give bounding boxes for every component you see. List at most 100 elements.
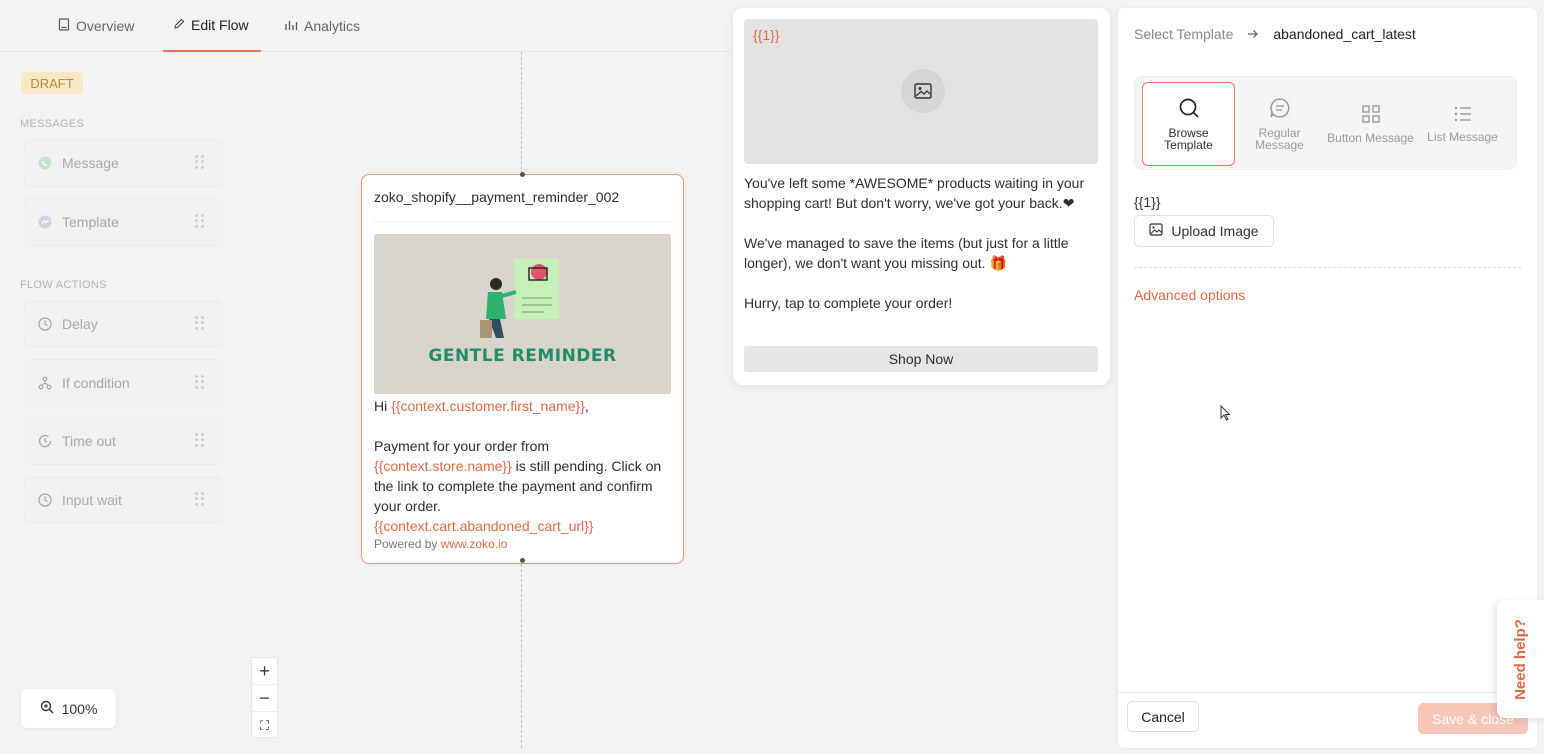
type-label: Browse Template [1164, 126, 1213, 152]
drag-handle-icon[interactable] [195, 492, 205, 506]
zoom-out-button[interactable]: − [252, 685, 277, 712]
palette-item-if-condition[interactable]: If condition [25, 360, 222, 406]
tab-edit-flow[interactable]: Edit Flow [163, 0, 261, 52]
node-footer: Powered by www.zoko.io [374, 537, 507, 551]
cancel-button[interactable]: Cancel [1127, 701, 1199, 732]
image-caption: GENTLE REMINDER [428, 346, 617, 366]
tab-label: Edit Flow [191, 17, 249, 33]
zoom-level-indicator[interactable]: 100% [21, 689, 116, 728]
panel-footer-divider [1118, 692, 1537, 693]
node-message-body: Hi {{context.customer.first_name}}, Paym… [374, 396, 674, 536]
variable-token: {{context.customer.first_name}} [391, 398, 585, 414]
flow-node-template[interactable]: zoko_shopify__payment_reminder_002 GENTL… [361, 172, 684, 564]
body-text: Payment for your order from [374, 438, 550, 454]
type-browse-template[interactable]: Browse Template [1142, 82, 1235, 166]
type-label: Button Message [1327, 131, 1414, 145]
type-button-message[interactable]: Button Message [1324, 82, 1417, 166]
media-variable: {{1}} [753, 27, 780, 43]
preview-message-body: You've left some *AWESOME* products wait… [744, 173, 1100, 333]
advanced-options-link[interactable]: Advanced options [1134, 287, 1245, 303]
chat-icon [1269, 97, 1291, 121]
variable-label: {{1}} [1134, 194, 1161, 210]
upload-image-button[interactable]: Upload Image [1134, 215, 1274, 247]
message-type-selector: Browse Template Regular Message Button M… [1134, 76, 1517, 170]
drag-handle-icon[interactable] [195, 433, 205, 447]
node-title: zoko_shopify__payment_reminder_002 [374, 189, 620, 205]
image-icon [901, 69, 945, 113]
shop-now-button[interactable]: Shop Now [744, 346, 1098, 372]
zoom-icon [40, 700, 54, 717]
clock-icon [37, 316, 53, 332]
document-icon [58, 18, 70, 34]
palette-item-label: Time out [62, 433, 116, 449]
footer-link[interactable]: www.zoko.io [441, 537, 508, 551]
palette-item-template[interactable]: Template [25, 199, 222, 245]
node-header-image: GENTLE REMINDER [374, 234, 671, 394]
greeting-end: , [584, 398, 589, 414]
node-output-handle[interactable] [520, 558, 525, 563]
search-icon [1178, 97, 1200, 121]
messages-section-label: MESSAGES [20, 118, 85, 130]
drag-handle-icon[interactable] [195, 155, 205, 169]
tab-label: Analytics [304, 18, 361, 34]
type-regular-message[interactable]: Regular Message [1233, 82, 1326, 166]
preview-media-placeholder: {{1}} [744, 19, 1098, 164]
type-list-message[interactable]: List Message [1416, 82, 1509, 166]
zoom-in-button[interactable]: + [252, 658, 277, 685]
zoom-level: 100% [61, 700, 98, 717]
variable-token: {{context.cart.abandoned_cart_url}} [374, 518, 594, 534]
need-help-tab[interactable]: Need help? [1497, 600, 1544, 718]
palette-item-delay[interactable]: Delay [25, 301, 222, 347]
greeting-text: Hi [374, 398, 392, 414]
palette-item-message[interactable]: Message [25, 140, 222, 186]
template-settings-panel: Select Template abandoned_cart_latest Br… [1118, 8, 1537, 748]
palette-item-label: If condition [62, 375, 130, 391]
type-label: List Message [1427, 130, 1498, 144]
top-tab-bar: Overview Edit Flow Analytics [0, 0, 730, 52]
divider [1134, 267, 1521, 268]
fit-view-button[interactable]: ⛶ [252, 712, 277, 739]
whatsapp-icon [37, 155, 53, 171]
variable-token: {{context.store.name}} [374, 458, 512, 474]
palette-item-label: Message [62, 155, 119, 171]
palette-item-label: Input wait [62, 492, 122, 508]
flow-connector [521, 52, 522, 174]
timer-icon [37, 433, 53, 449]
reminder-illustration [480, 259, 559, 338]
status-badge: DRAFT [21, 72, 83, 94]
grid-icon [1361, 104, 1381, 126]
palette-item-label: Delay [62, 316, 98, 332]
clock-icon [37, 492, 53, 508]
node-input-handle[interactable] [520, 172, 525, 177]
bar-chart-icon [284, 19, 298, 34]
type-label: Regular Message [1255, 126, 1304, 152]
tab-overview[interactable]: Overview [58, 0, 134, 52]
branch-icon [37, 375, 53, 391]
mouse-cursor-icon [1220, 404, 1231, 426]
breadcrumb: Select Template abandoned_cart_latest [1134, 26, 1416, 42]
footer-text: Powered by [374, 537, 441, 551]
list-icon [1453, 105, 1473, 125]
image-icon [1149, 223, 1164, 239]
drag-handle-icon[interactable] [195, 375, 205, 389]
flow-actions-section-label: FLOW ACTIONS [20, 279, 107, 291]
pencil-icon [173, 18, 185, 33]
need-help-label: Need help? [1512, 618, 1530, 700]
breadcrumb-root[interactable]: Select Template [1134, 26, 1233, 42]
palette-item-label: Template [62, 214, 119, 230]
palette-item-time-out[interactable]: Time out [25, 418, 222, 464]
divider [374, 221, 671, 222]
messenger-icon [37, 214, 53, 230]
template-preview-card: {{1}} You've left some *AWESOME* product… [733, 8, 1110, 385]
preview-paragraph: You've left some *AWESOME* products wait… [744, 175, 1085, 211]
flow-connector [521, 564, 522, 748]
upload-label: Upload Image [1171, 223, 1259, 239]
breadcrumb-current: abandoned_cart_latest [1273, 26, 1416, 42]
arrow-right-icon [1247, 26, 1259, 42]
drag-handle-icon[interactable] [195, 316, 205, 330]
preview-paragraph: We've managed to save the items (but jus… [744, 235, 1069, 271]
palette-item-input-wait[interactable]: Input wait [25, 477, 222, 523]
drag-handle-icon[interactable] [195, 214, 205, 228]
tab-analytics[interactable]: Analytics [284, 0, 360, 52]
preview-paragraph: Hurry, tap to complete your order! [744, 295, 953, 311]
